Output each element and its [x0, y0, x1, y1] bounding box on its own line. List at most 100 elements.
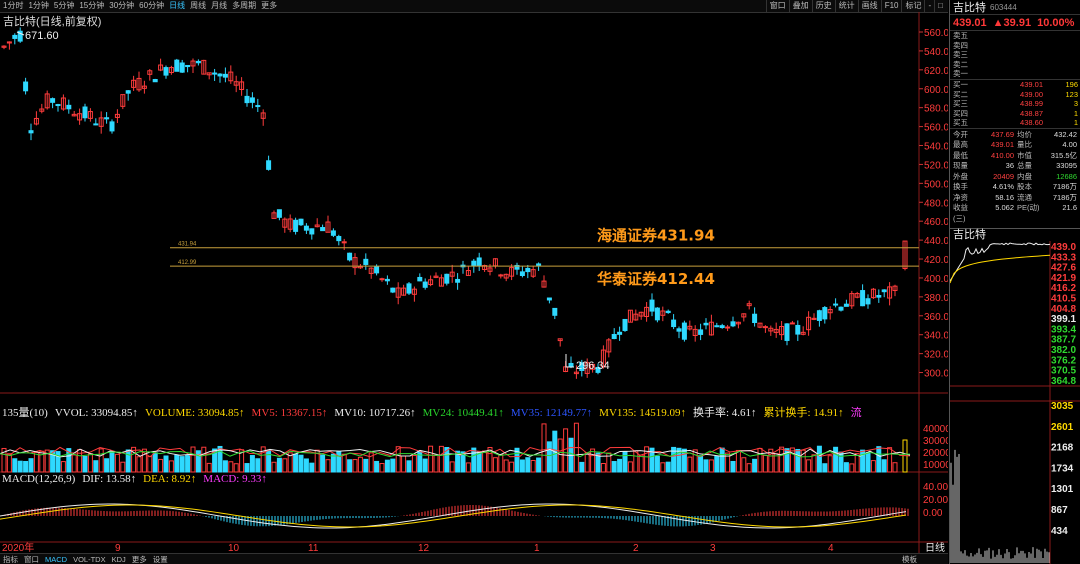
- bottom-tab-4[interactable]: KDJ: [109, 554, 129, 564]
- volume-bar: [163, 455, 169, 473]
- candle-body: [762, 326, 768, 329]
- volume-bar: [698, 455, 704, 473]
- period-tab-2[interactable]: 5分钟: [54, 0, 74, 12]
- volume-bar: [530, 459, 536, 473]
- orderbook-label: 卖四: [953, 40, 968, 50]
- volume-bar: [476, 451, 482, 473]
- bottom-tab-2[interactable]: MACD: [42, 554, 70, 564]
- volume-legend-item: MV24: 10449.41↑: [422, 407, 504, 419]
- bottom-tab-6[interactable]: 设置: [150, 554, 171, 564]
- volume-bar: [654, 455, 660, 473]
- candle-body: [330, 230, 336, 236]
- orderbook-price: 439.00: [1020, 89, 1043, 99]
- volume-bar: [152, 452, 158, 473]
- macd-indicator-legend[interactable]: MACD(12,26,9) DIF: 13.58↑ DEA: 8.92↑ MACD: …: [2, 473, 274, 486]
- tool-button-7[interactable]: -: [924, 0, 934, 12]
- tool-button-2[interactable]: 历史: [811, 0, 835, 12]
- stat-row: 收益(三) 5.062 PE(动) 21.6: [950, 203, 1080, 223]
- volume-legend-item: MV10: 10717.26↑: [334, 407, 416, 419]
- volume-bar: [352, 459, 358, 473]
- volume-bar: [379, 463, 385, 473]
- orderbook-row: 卖一: [950, 69, 1080, 79]
- volume-bar: [525, 457, 531, 473]
- volume-bar: [33, 451, 39, 473]
- macd-legend-item: DEA: 8.92↑: [143, 473, 197, 485]
- orderbook-price: 438.87: [1020, 108, 1043, 118]
- volume-bar: [23, 460, 29, 473]
- period-tab-8[interactable]: 月线: [211, 0, 227, 12]
- volume-bar: [811, 454, 817, 473]
- tool-button-6[interactable]: 标记: [901, 0, 924, 12]
- candle-body: [455, 278, 461, 283]
- period-tab-3[interactable]: 15分钟: [79, 0, 104, 12]
- orderbook-price: 438.99: [1020, 99, 1043, 109]
- volume-bar: [438, 445, 444, 473]
- macd-axis-label: 20.00: [923, 495, 948, 506]
- volume-bar: [228, 461, 234, 473]
- tool-button-5[interactable]: F10: [880, 0, 902, 12]
- candle-body: [671, 319, 677, 328]
- candle-body: [185, 64, 191, 68]
- orderbook-row: 卖四: [950, 41, 1080, 51]
- intraday-axis-label: 2601: [1051, 422, 1074, 433]
- tool-button-3[interactable]: 统计: [834, 0, 858, 12]
- orderbook-volume: 123: [1065, 89, 1078, 99]
- volume-indicator-legend[interactable]: 135量(10) VVOL: 33094.85↑ VOLUME: 33094.85↑…: [2, 407, 869, 420]
- price-axis-label: 360.0: [924, 312, 948, 323]
- volume-bar: [881, 459, 887, 473]
- volume-bar: [374, 460, 380, 473]
- kline-chart-area[interactable]: 560.0 540.0 620.0 600.0 580.0 560.0 540.0 520.0…: [0, 12, 948, 553]
- bottom-tab-5[interactable]: 更多: [129, 554, 150, 564]
- price-change-pct: 10.00%: [1037, 16, 1075, 29]
- period-tab-7[interactable]: 周线: [190, 0, 206, 12]
- period-tab-9[interactable]: 多周期: [232, 0, 256, 12]
- price-axis-label: 420.0: [924, 255, 948, 266]
- volume-legend-item: VVOL: 33094.85↑: [54, 407, 138, 419]
- candle-body: [795, 324, 801, 335]
- volume-bar: [125, 449, 131, 473]
- candle-body: [390, 287, 396, 293]
- candle-body: [12, 34, 18, 39]
- tool-button-4[interactable]: 画线: [857, 0, 881, 12]
- intraday-chart[interactable]: 439.0433.3427.6421.9416.2410.5404.8399.1…: [950, 241, 1080, 564]
- candle-body: [347, 252, 353, 261]
- orderbook-volume: [1043, 41, 1080, 51]
- stat-value: 4.00: [1062, 140, 1077, 150]
- candle-body: [363, 258, 369, 265]
- volume-bar: [233, 463, 239, 473]
- tool-button-8[interactable]: □: [934, 0, 946, 12]
- tool-button-1[interactable]: 叠加: [788, 0, 812, 12]
- period-tab-5[interactable]: 60分钟: [139, 0, 164, 12]
- month-label: 3: [710, 543, 716, 553]
- volume-bar: [330, 453, 336, 473]
- tool-button-0[interactable]: 窗口: [765, 0, 789, 12]
- period-tab-1[interactable]: 1分钟: [28, 0, 48, 12]
- orderbook-row: 卖五: [950, 31, 1080, 41]
- volume-bar: [6, 453, 12, 473]
- bottom-tab-3[interactable]: VOL-TDX: [70, 554, 109, 564]
- candle-body: [546, 297, 552, 301]
- month-label: 1: [534, 543, 540, 553]
- volume-bar: [789, 447, 795, 473]
- candle-body: [536, 263, 542, 266]
- bottom-tab-0[interactable]: 指标: [0, 554, 21, 564]
- period-tab-4[interactable]: 30分钟: [109, 0, 134, 12]
- volume-bar: [579, 461, 585, 473]
- tool-buttons: 窗口 叠加 历史 统计 画线 F10 标记 - □: [765, 0, 946, 12]
- volume-bar: [168, 460, 174, 473]
- period-tab-6[interactable]: 日线: [169, 0, 185, 12]
- month-label: 4: [828, 543, 834, 553]
- template-button[interactable]: 模板: [899, 554, 920, 564]
- period-tab-10[interactable]: 更多: [261, 0, 277, 12]
- orderbook-label: 买一: [953, 79, 968, 89]
- candle-body: [28, 130, 34, 134]
- period-tab-0[interactable]: 1分时: [3, 0, 23, 12]
- volume-bar: [185, 455, 191, 473]
- volume-bar: [779, 446, 785, 473]
- candle-body: [665, 310, 671, 314]
- volume-bar: [190, 446, 196, 473]
- orderbook-volume: [1043, 69, 1080, 79]
- intraday-axis-label: 3035: [1051, 401, 1074, 412]
- stat-value: 410.00: [991, 150, 1014, 160]
- bottom-tab-1[interactable]: 窗口: [21, 554, 42, 564]
